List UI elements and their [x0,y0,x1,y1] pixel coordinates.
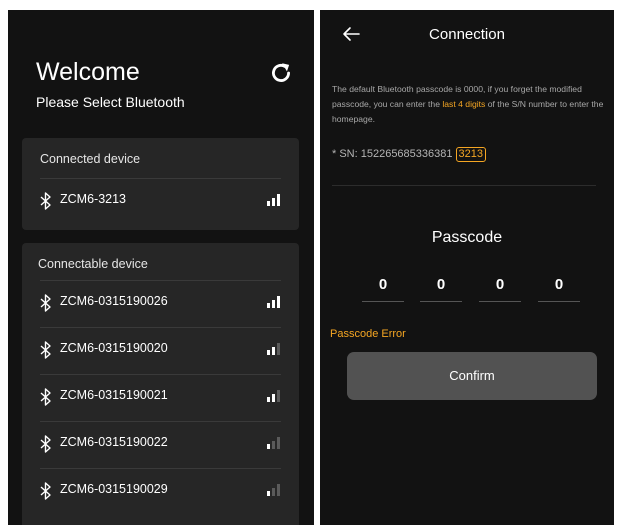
device-row[interactable]: ZCM6-0315190026 [22,281,299,327]
connected-device-row[interactable]: ZCM6-3213 [22,179,299,225]
serial-number-label: * SN: 152265685336381 [332,148,453,160]
confirm-button[interactable]: Confirm [347,352,597,400]
device-name: ZCM6-0315190029 [60,482,168,496]
device-row[interactable]: ZCM6-0315190029 [22,469,299,515]
device-name: ZCM6-3213 [60,192,126,206]
serial-number-suffix: 3213 [455,147,486,162]
device-name: ZCM6-0315190021 [60,388,168,402]
screen-title: Connection [429,26,505,43]
bluetooth-icon [40,192,51,210]
passcode-error-message: Passcode Error [330,328,406,340]
signal-strength-icon [267,194,283,206]
device-name: ZCM6-0315190026 [60,294,168,308]
refresh-icon[interactable] [268,60,294,86]
bluetooth-icon [40,482,51,500]
passcode-digit-3[interactable]: 0 [479,276,521,293]
signal-strength-icon [267,437,283,449]
connected-device-header: Connected device [40,152,141,166]
signal-strength-icon [267,296,283,308]
device-row[interactable]: ZCM6-0315190021 [22,375,299,421]
bluetooth-icon [40,294,51,312]
bluetooth-icon [40,341,51,359]
signal-strength-icon [267,484,283,496]
digit-underline [362,301,404,302]
device-row[interactable]: ZCM6-0315190020 [22,328,299,374]
info-highlight: last 4 digits [442,99,486,109]
passcode-digit-1[interactable]: 0 [362,276,404,293]
passcode-info-text: The default Bluetooth passcode is 0000, … [332,82,606,127]
connected-devices-card: Connected device ZCM6-3213 [22,138,299,230]
divider [332,185,596,186]
serial-number: * SN: 152265685336381 3213 [332,147,486,162]
passcode-digit-2[interactable]: 0 [420,276,462,293]
digit-underline [479,301,521,302]
connectable-devices-card: Connectable device ZCM6-0315190026 ZCM6-0… [22,243,299,525]
connectable-device-header: Connectable device [38,257,148,271]
signal-strength-icon [267,390,283,402]
device-row[interactable]: ZCM6-0315190022 [22,422,299,468]
passcode-digit-4[interactable]: 0 [538,276,580,293]
bluetooth-icon [40,388,51,406]
device-name: ZCM6-0315190020 [60,341,168,355]
passcode-label: Passcode [431,229,503,246]
device-name: ZCM6-0315190022 [60,435,168,449]
page-title: Welcome [36,58,140,86]
device-list-screen: Welcome Please Select Bluetooth Connecte… [8,10,314,525]
digit-underline [538,301,580,302]
bluetooth-icon [40,435,51,453]
connection-screen: Connection The default Bluetooth passcod… [320,10,614,525]
digit-underline [420,301,462,302]
signal-strength-icon [267,343,283,355]
page-subtitle: Please Select Bluetooth [36,94,185,110]
